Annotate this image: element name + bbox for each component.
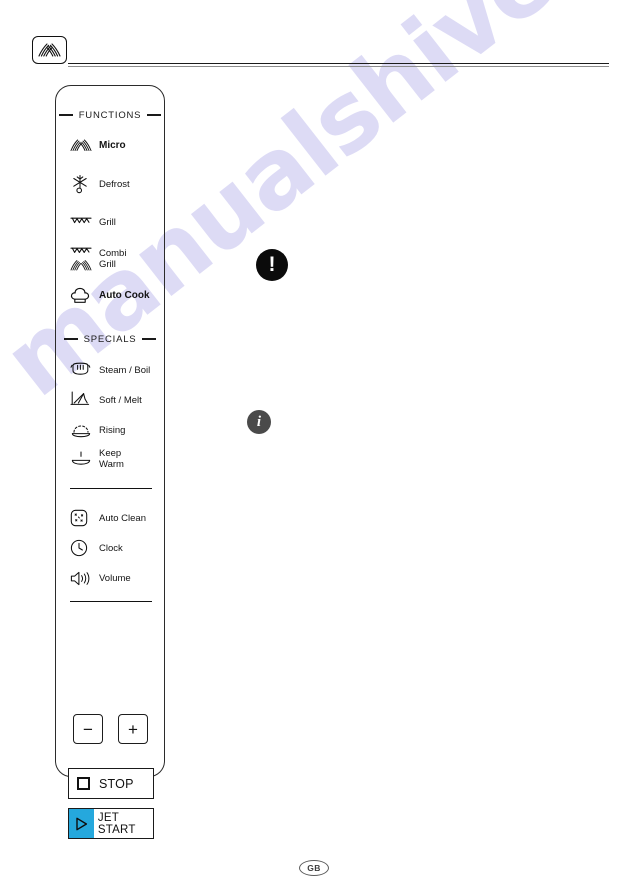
panel-button-auto-clean[interactable]: Auto Clean — [70, 508, 162, 528]
steam-pot-icon — [70, 360, 92, 380]
stop-button[interactable]: STOP — [68, 768, 154, 799]
micro-waves-icon — [70, 135, 92, 155]
play-triangle-icon — [69, 809, 94, 838]
grill-element-icon — [70, 212, 92, 232]
panel-button-grill[interactable]: Grill — [70, 212, 162, 232]
panel-button-steam-boil[interactable]: Steam / Boil — [70, 360, 162, 380]
heading-dash-left — [58, 114, 73, 116]
heading-dash-right — [147, 114, 162, 116]
panel-button-defrost[interactable]: Defrost — [70, 174, 162, 194]
panel-button-micro-label: Micro — [99, 139, 126, 151]
panel-button-clock-label: Clock — [99, 542, 123, 554]
volume-speaker-icon — [70, 568, 92, 588]
locale-badge: GB — [299, 860, 329, 876]
panel-button-soft-melt[interactable]: Soft / Melt — [70, 390, 162, 410]
panel-button-combi-grill[interactable]: Combi Grill — [70, 246, 162, 272]
clock-icon — [70, 538, 92, 558]
section-heading-functions-label: FUNCTIONS — [78, 109, 142, 121]
panel-button-auto-cook[interactable]: Auto Cook — [70, 285, 162, 305]
section-heading-specials-label: SPECIALS — [83, 333, 137, 345]
panel-button-micro[interactable]: Micro — [70, 135, 162, 155]
dough-rising-icon — [70, 420, 92, 440]
chef-hat-icon — [70, 285, 92, 305]
panel-button-combi-grill-label: Combi Grill — [99, 248, 127, 270]
panel-divider-specials — [70, 488, 152, 489]
jet-start-button[interactable]: JET START — [68, 808, 154, 839]
panel-button-volume-label: Volume — [99, 572, 131, 584]
heading-dash-right — [142, 338, 157, 340]
panel-button-soft-melt-label: Soft / Melt — [99, 394, 142, 406]
stop-button-label: STOP — [99, 776, 134, 791]
decrease-button[interactable]: − — [73, 714, 103, 744]
combi-grill-icon — [70, 246, 92, 272]
keep-warm-icon — [70, 449, 92, 469]
panel-button-grill-label: Grill — [99, 216, 116, 228]
warning-callout-icon: ! — [256, 249, 288, 281]
increase-button[interactable]: + — [118, 714, 148, 744]
auto-clean-icon — [70, 508, 92, 528]
defrost-snowflake-icon — [70, 174, 92, 194]
jet-start-button-label: JET START — [97, 811, 136, 836]
panel-button-clock[interactable]: Clock — [70, 538, 162, 558]
stop-square-icon — [77, 777, 90, 790]
header-divider-rule — [68, 63, 609, 67]
panel-button-rising[interactable]: Rising — [70, 420, 162, 440]
heading-dash-left — [63, 338, 78, 340]
panel-button-auto-clean-label: Auto Clean — [99, 512, 147, 524]
panel-button-defrost-label: Defrost — [99, 178, 130, 190]
section-heading-specials: SPECIALS — [56, 332, 164, 346]
info-callout-icon: i — [247, 410, 271, 434]
panel-button-keep-warm[interactable]: Keep Warm — [70, 448, 162, 470]
panel-divider-settings — [70, 601, 152, 602]
panel-button-steam-boil-label: Steam / Boil — [99, 364, 151, 376]
panel-button-keep-warm-label: Keep Warm — [99, 448, 124, 470]
panel-button-auto-cook-label: Auto Cook — [99, 289, 150, 301]
panel-button-volume[interactable]: Volume — [70, 568, 162, 588]
control-panel: FUNCTIONS Micro Defrost Grill Combi Gril… — [55, 85, 165, 839]
panel-button-rising-label: Rising — [99, 424, 126, 436]
page-header — [0, 0, 629, 80]
microwave-waves-icon — [32, 36, 67, 64]
soft-melt-icon — [70, 390, 92, 410]
section-heading-functions: FUNCTIONS — [56, 108, 164, 122]
